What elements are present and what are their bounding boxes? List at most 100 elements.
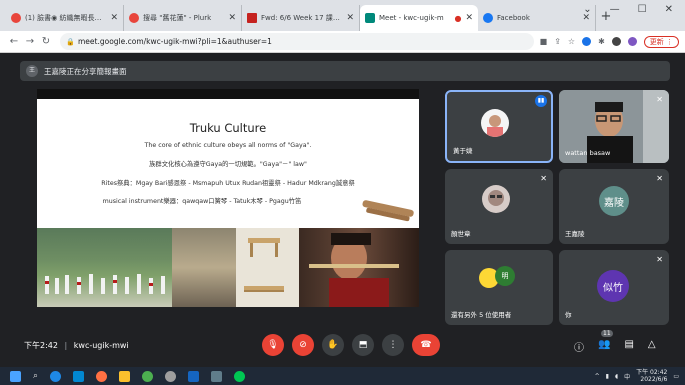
meeting-info: 下午2:42 | kwc-ugik-mwi <box>24 340 129 351</box>
participant-name: wattan basaw <box>565 149 611 157</box>
mic-off-icon: ✕ <box>656 95 663 104</box>
hand-icon: ✋ <box>327 340 339 350</box>
notification-icon[interactable]: ▭ <box>673 373 679 380</box>
system-tray: ^ ▮ ◖ 中 下午 02:42 2022/6/6 ▭ <box>595 369 679 383</box>
back-icon[interactable]: ← <box>6 36 22 47</box>
participant-tile-self[interactable]: ✕ 似竹 你 <box>559 250 669 325</box>
window-bottom-edge <box>0 360 685 367</box>
camera-off-icon: ⊘ <box>299 340 307 350</box>
close-icon[interactable]: ✕ <box>110 13 118 23</box>
more-vert-icon: ⋮ <box>388 340 398 350</box>
extension-icon[interactable] <box>582 37 592 46</box>
more-options-button[interactable]: ⋮ <box>382 334 404 356</box>
lock-icon: 🔒 <box>66 37 75 46</box>
slide-line: The core of ethnic culture obeys all nor… <box>144 142 312 149</box>
participant-name: 還有另外 5 位使用者 <box>451 311 512 319</box>
slide-title: Truku Culture <box>189 121 267 135</box>
meeting-code: kwc-ugik-mwi <box>73 341 129 350</box>
chat-icon[interactable]: ▤ <box>624 339 633 354</box>
puzzle-icon[interactable]: ✱ <box>598 37 605 46</box>
info-icon[interactable]: ⓘ <box>574 339 584 354</box>
present-button[interactable]: ⬒ <box>352 334 374 356</box>
reload-icon[interactable]: ↻ <box>38 36 54 47</box>
clock-date: 2022/6/6 <box>640 376 668 383</box>
participant-name: 王嘉陵 <box>565 230 585 238</box>
maximize-icon[interactable]: ☐ <box>638 4 647 15</box>
mic-off-icon: ✕ <box>656 174 663 183</box>
sidebar-icon[interactable] <box>611 37 621 46</box>
avatar <box>482 185 510 213</box>
volume-icon[interactable]: ◖ <box>615 373 618 380</box>
share-icon[interactable]: ⇪ <box>554 37 561 46</box>
browser-tab[interactable]: (1) 臉書◉ 紡織無暇長蛇... ✕ <box>6 5 124 31</box>
word-icon[interactable] <box>188 370 200 382</box>
firefox-icon[interactable] <box>96 370 108 382</box>
present-icon: ⬒ <box>358 340 368 350</box>
avatar: 似竹 <box>597 270 629 302</box>
ime-icon[interactable]: 中 <box>624 372 630 381</box>
side-controls: ⓘ 👥 11 ▤ △ <box>574 330 656 354</box>
activities-icon[interactable]: △ <box>648 339 656 354</box>
tab-title: 搜尋 "舊花蓮" - Plurk <box>143 14 212 22</box>
url-field[interactable]: 🔒 meet.google.com/kwc-ugik-mwi?pli=1&aut… <box>60 33 534 50</box>
mic-toggle-button[interactable]: 🎙 <box>262 334 284 356</box>
tab-strip: (1) 臉書◉ 紡織無暇長蛇... ✕ 搜尋 "舊花蓮" - Plurk ✕ F… <box>0 0 685 31</box>
edge-icon[interactable] <box>50 370 62 382</box>
star-icon[interactable]: ☆ <box>568 37 575 46</box>
search-icon[interactable]: ⌕ <box>33 371 38 381</box>
weaving-photo <box>172 228 236 307</box>
people-icon[interactable]: 👥 11 <box>598 330 613 354</box>
close-icon[interactable]: ✕ <box>346 13 354 23</box>
clock-time: 下午 02:42 <box>636 369 668 376</box>
address-bar: ← → ↻ 🔒 meet.google.com/kwc-ugik-mwi?pli… <box>0 31 685 53</box>
raise-hand-button[interactable]: ✋ <box>322 334 344 356</box>
app-icon[interactable] <box>211 370 223 382</box>
system-clock[interactable]: 下午 02:42 2022/6/6 <box>636 369 667 383</box>
file-explorer-icon[interactable] <box>119 370 131 382</box>
windows-start-icon[interactable] <box>10 370 21 382</box>
camera-icon[interactable]: ■ <box>540 37 548 46</box>
os-taskbar: ⌕ ^ ▮ ◖ 中 下午 02:42 2022/6/6 ▭ <box>0 367 685 385</box>
app-icon[interactable] <box>165 370 177 382</box>
browser-tab[interactable]: Facebook ✕ <box>478 5 596 31</box>
speaking-icon: ▮▮ <box>535 95 547 107</box>
camera-toggle-button[interactable]: ⊘ <box>292 334 314 356</box>
tab-title: (1) 臉書◉ 紡織無暇長蛇... <box>25 14 107 22</box>
meet-controls-bar: 下午2:42 | kwc-ugik-mwi 🎙 ⊘ ✋ ⬒ ⋮ ☎ ⓘ 👥 11 … <box>0 330 685 360</box>
minimize-icon[interactable]: — <box>610 4 620 15</box>
tab-title: Facebook <box>497 14 530 22</box>
chrome-icon[interactable] <box>142 370 154 382</box>
mic-off-icon: ✕ <box>540 174 547 183</box>
close-icon[interactable]: ✕ <box>228 13 236 23</box>
avatar: 嘉陵 <box>599 186 629 216</box>
network-icon[interactable]: ▮ <box>606 373 609 380</box>
chevron-down-icon[interactable]: ⌄ <box>583 4 591 15</box>
browser-tab[interactable]: Fwd: 6/6 Week 17 課程... ✕ <box>242 5 360 31</box>
avatar: 王 <box>26 65 38 77</box>
participant-tile[interactable]: ▮▮ 黃于婕 <box>445 90 553 163</box>
window-controls: ⌄ — ☐ ✕ <box>583 4 685 15</box>
participant-tile[interactable]: ✕ 嘉陵 王嘉陵 <box>559 169 669 244</box>
line-icon[interactable] <box>234 370 246 382</box>
participant-tile[interactable]: 明 還有另外 5 位使用者 <box>445 250 553 325</box>
update-button[interactable]: 更新 ⋮ <box>643 35 679 48</box>
instrument-photo <box>236 228 299 307</box>
forward-icon[interactable]: → <box>22 36 38 47</box>
extensions-area: ■ ⇪ ☆ ✱ 更新 ⋮ <box>540 35 679 48</box>
close-icon[interactable]: ✕ <box>465 13 473 23</box>
musician-photo <box>299 228 419 307</box>
mail-icon[interactable] <box>73 370 85 382</box>
close-window-icon[interactable]: ✕ <box>665 4 673 15</box>
chevron-up-icon[interactable]: ^ <box>595 373 600 380</box>
browser-tab-active[interactable]: Meet - kwc-ugik-m ● ✕ <box>360 5 478 31</box>
profile-avatar[interactable] <box>627 37 637 46</box>
participant-tile[interactable]: ✕ 顏世章 <box>445 169 553 244</box>
browser-tab[interactable]: 搜尋 "舊花蓮" - Plurk ✕ <box>124 5 242 31</box>
participant-tile[interactable]: ✕ wattan basaw <box>559 90 669 163</box>
url-text: meet.google.com/kwc-ugik-mwi?pli=1&authu… <box>78 37 272 46</box>
shared-slide: Truku Culture The core of ethnic culture… <box>37 89 419 307</box>
meet-stage: 王 王嘉陵正在分享簡報畫面 Truku Culture The core of … <box>0 53 685 360</box>
flute-image <box>362 200 414 222</box>
leave-call-button[interactable]: ☎ <box>412 334 440 356</box>
mic-off-icon: 🎙 <box>267 340 279 350</box>
